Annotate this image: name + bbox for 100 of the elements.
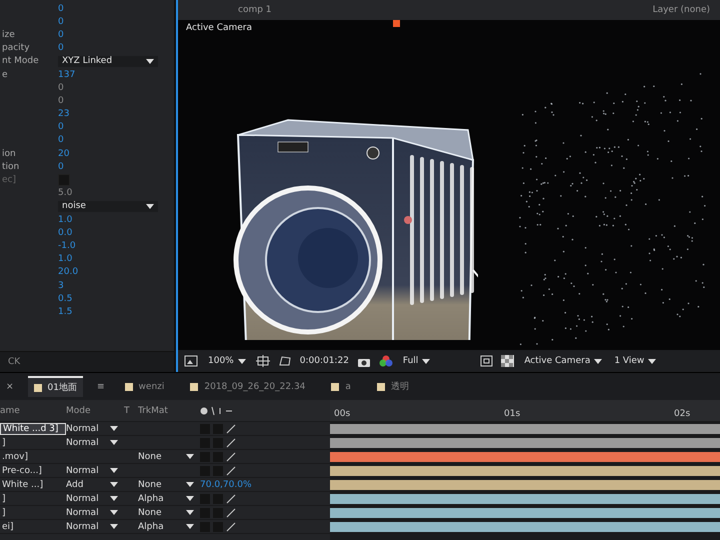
layer-name[interactable]: ] [0, 508, 66, 518]
layer-switches-icon[interactable] [200, 438, 236, 448]
panel-button-label[interactable]: CK [8, 357, 20, 367]
composition-tab[interactable]: a [325, 378, 357, 394]
layer-name[interactable]: White ...d 3] [0, 422, 66, 434]
time-ruler-label: 00s [334, 409, 350, 419]
layer-tab[interactable]: Layer (none) [652, 5, 710, 15]
property-value[interactable]: 23 [58, 109, 70, 120]
layer-duration-bar[interactable] [330, 452, 720, 462]
transparency-grid-icon[interactable] [501, 355, 514, 367]
time-marker-icon [393, 20, 400, 27]
region-icon[interactable] [480, 355, 494, 367]
layer-duration-bar[interactable] [330, 508, 720, 518]
track-matte-dropdown[interactable]: Alpha [138, 522, 200, 532]
caret-icon [146, 58, 154, 64]
caret-icon [422, 358, 430, 364]
layer-duration-bar[interactable] [330, 438, 720, 448]
property-value[interactable]: 1.5 [58, 306, 72, 317]
property-value[interactable]: 0 [58, 30, 64, 40]
column-header[interactable]: ame [0, 406, 66, 416]
caret-icon [186, 510, 194, 515]
caret-icon [186, 524, 194, 529]
property-value[interactable]: 1.0 [58, 214, 72, 225]
layer-switches-icon[interactable] [200, 522, 236, 532]
caret-icon [110, 524, 118, 529]
caret-icon [110, 510, 118, 515]
composition-tab[interactable]: 透明 [370, 377, 415, 396]
track-matte-dropdown[interactable]: Alpha [138, 494, 200, 504]
layer-switches-icon[interactable] [200, 494, 236, 504]
magnification-dropdown[interactable]: 100% [206, 356, 248, 366]
time-ruler-label: 02s [674, 409, 690, 419]
layer-duration-bar[interactable] [330, 466, 720, 476]
column-header[interactable]: TrkMat [138, 406, 200, 416]
blend-mode-dropdown[interactable]: Normal [66, 494, 124, 504]
column-header[interactable]: T [124, 406, 138, 416]
blend-mode-dropdown[interactable]: Normal [66, 522, 124, 532]
caret-icon [110, 496, 118, 501]
blend-mode-dropdown[interactable]: Normal [66, 508, 124, 518]
snapshot-icon[interactable] [184, 355, 198, 367]
layer-name[interactable]: ] [0, 494, 66, 504]
track-matte-dropdown[interactable]: None [138, 508, 200, 518]
mask-path-icon[interactable] [278, 355, 292, 367]
layer-duration-bar[interactable] [330, 424, 720, 434]
comp-tab[interactable]: comp 1 [238, 5, 272, 15]
property-value[interactable]: 0 [58, 162, 64, 172]
timecode[interactable]: 0:00:01:22 [300, 356, 349, 366]
property-value[interactable]: -1.0 [58, 240, 76, 251]
property-value[interactable]: 0 [58, 16, 64, 27]
caret-icon [186, 454, 194, 459]
property-value[interactable]: 0 [58, 43, 64, 54]
color-channels-icon[interactable] [378, 355, 393, 367]
property-value[interactable]: 20 [58, 148, 70, 159]
grid-icon[interactable] [256, 355, 270, 367]
scale-value[interactable]: 70.0,70.0% [200, 480, 252, 490]
close-button[interactable]: × [6, 382, 14, 392]
property-value[interactable]: 20.0 [58, 267, 78, 278]
caret-icon [110, 440, 118, 445]
property-label: e [1, 70, 9, 80]
track-matte-dropdown[interactable]: None [138, 452, 200, 462]
property-value[interactable]: 0.0 [58, 228, 72, 238]
camera-view-dropdown[interactable]: Active Camera [522, 356, 604, 366]
resolution-dropdown[interactable]: Full [400, 356, 432, 366]
caret-icon [186, 496, 194, 501]
property-value[interactable]: 3 [58, 280, 64, 291]
layer-name[interactable]: Pre-co...] [0, 466, 66, 476]
property-dropdown[interactable]: XYZ Linked [58, 56, 158, 67]
layer-name[interactable]: White ...] [0, 480, 66, 490]
layer-switches-icon[interactable] [200, 508, 236, 518]
layer-name[interactable]: .mov] [0, 452, 66, 462]
layer-name[interactable]: ei] [0, 522, 66, 532]
blend-mode-dropdown[interactable]: Normal [66, 424, 124, 434]
composition-tab[interactable]: 01地面 [28, 376, 83, 397]
panel-menu-button[interactable]: ≡ [97, 382, 105, 392]
blend-mode-dropdown[interactable]: Add [66, 480, 124, 490]
caret-icon [110, 482, 118, 487]
property-label: nt Mode [1, 56, 40, 66]
composition-tab[interactable]: 2018_09_26_20_22.34 [184, 378, 312, 394]
caret-icon [648, 358, 656, 364]
column-header[interactable]: Mode [66, 406, 124, 416]
property-value[interactable]: 0.5 [58, 294, 72, 304]
property-value[interactable]: 0 [58, 122, 64, 132]
view-layout-dropdown[interactable]: 1 View [612, 356, 658, 366]
property-value[interactable]: 0 [58, 135, 64, 146]
layer-duration-bar[interactable] [330, 494, 720, 504]
property-value[interactable]: 0 [58, 4, 64, 14]
property-dropdown[interactable]: noise [58, 200, 158, 212]
blend-mode-dropdown[interactable]: Normal [66, 438, 124, 448]
layer-duration-bar[interactable] [330, 522, 720, 532]
property-value[interactable]: 137 [58, 70, 76, 80]
layer-duration-bar[interactable] [330, 480, 720, 490]
layer-switches-icon[interactable] [200, 424, 236, 434]
track-matte-dropdown[interactable]: None [138, 480, 200, 490]
property-value[interactable]: 1.0 [58, 254, 72, 264]
layer-name[interactable]: ] [0, 438, 66, 448]
layer-switches-icon[interactable] [200, 452, 236, 462]
blend-mode-dropdown[interactable]: Normal [66, 466, 124, 476]
layer-switches-icon[interactable] [200, 466, 236, 476]
composition-tab[interactable]: wenzi [118, 378, 170, 394]
property-label: ize [1, 30, 16, 40]
property-label: tion [1, 162, 20, 172]
